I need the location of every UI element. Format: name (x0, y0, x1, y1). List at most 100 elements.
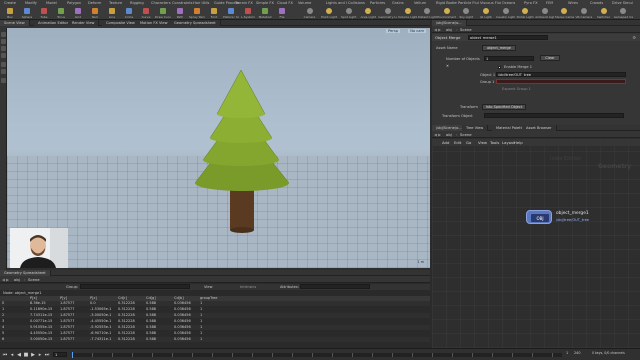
playhead[interactable] (72, 352, 73, 358)
params-path-obj[interactable]: obj (446, 26, 452, 33)
shelf-tab-right[interactable]: Wires (568, 1, 578, 6)
shelf-tool-button[interactable]: Grid (70, 8, 86, 19)
shelf-tab-right[interactable]: Lights and Cameras (326, 1, 347, 6)
handle-tool-icon[interactable] (1, 62, 6, 67)
shelf-tab[interactable]: Hair Utils (193, 1, 209, 6)
network-menu-item[interactable]: Layout (502, 139, 515, 146)
shelf-tab-right[interactable]: Vellum (414, 1, 426, 6)
move-tool-icon[interactable] (1, 39, 6, 44)
shelf-tool-button[interactable]: Spray Paint (189, 8, 205, 19)
light-tool-button[interactable]: Point Light (320, 8, 339, 19)
params-path-scene[interactable]: Scene (460, 26, 472, 33)
shelf-tool-button[interactable]: File (274, 8, 290, 19)
table-row[interactable]: 0 8.36e-15 1.87577 0.0 0.312228 0.588 0.036456… (0, 301, 430, 306)
shelf-tab[interactable]: Characters (151, 1, 171, 6)
clear-button[interactable]: Clear (540, 55, 560, 61)
jump-end-icon[interactable]: ⏭ (44, 352, 50, 358)
light-tool-button[interactable]: Camera (300, 8, 319, 19)
table-row[interactable]: 5 4.45550e-15 1.87577 -6.90710e-1 0.312228 0.… (0, 331, 430, 336)
shelf-tool-button[interactable]: Tube (36, 8, 52, 19)
view-label[interactable]: View (204, 284, 213, 290)
shelf-tab[interactable]: Volume (298, 1, 311, 6)
timeline-scrubber[interactable] (72, 352, 562, 358)
timeline-start[interactable]: 1 (566, 351, 568, 355)
shelf-tool-button[interactable]: Torus (53, 8, 69, 19)
node-name-field[interactable]: object_merge1 (468, 35, 548, 40)
shelf-tab-right[interactable]: Pyro FX (524, 1, 538, 6)
shelf-tool-button[interactable]: Font (206, 8, 222, 19)
viewport-3d[interactable]: Persp No cam 1 m (7, 28, 430, 268)
light-tool-button[interactable]: Area Light (359, 8, 378, 19)
shelf-tab[interactable]: Texture (109, 1, 122, 6)
table-row[interactable]: 3 0.00771e-15 1.87577 -4.45550e-1 0.312228 0.… (0, 319, 430, 324)
select-tool-icon[interactable] (1, 32, 6, 37)
sheet-path-obj[interactable]: obj (14, 276, 20, 283)
shelf-tab-right[interactable]: Viscous Fluids (480, 1, 501, 6)
light-tool-button[interactable]: Environment Light (437, 8, 456, 19)
enable-merge-checkbox[interactable] (498, 66, 501, 69)
table-row[interactable]: 1 0.11690e-15 1.87577 -1.53065e-1 0.312228 0.… (0, 307, 430, 312)
shelf-tool-button[interactable]: Path (172, 8, 188, 19)
num-objects-field[interactable]: 1 (484, 56, 534, 61)
shelf-tab-right[interactable]: Particles (370, 1, 385, 6)
node-name-label[interactable]: object_merge1 (556, 211, 589, 216)
shelf-tab[interactable]: Constraints (172, 1, 193, 6)
light-tool-button[interactable]: Volume Light (398, 8, 417, 19)
shelf-tab[interactable]: Rigging (130, 1, 144, 6)
light-tool-button[interactable]: Geometry Light (378, 8, 397, 19)
network-menu-item[interactable]: Help (514, 139, 523, 146)
shelf-tool-button[interactable]: Metaball (257, 8, 273, 19)
light-tool-button[interactable]: Spot Light (339, 8, 358, 19)
network-path-obj[interactable]: obj (446, 131, 452, 138)
shelf-tab-right[interactable]: Oceans (502, 1, 515, 6)
shelf-tool-button[interactable]: Box (2, 8, 18, 19)
shelf-tab-right[interactable]: FEM (546, 1, 553, 6)
shelf-tab-right[interactable]: Collisions (348, 1, 365, 6)
network-menu-item[interactable]: View (478, 139, 487, 146)
shelf-tab-right[interactable]: Crowds (590, 1, 603, 6)
shelf-tab[interactable]: Modify (25, 1, 37, 6)
remove-entry-icon[interactable]: ✕ (446, 64, 449, 68)
view-tool-icon[interactable] (1, 78, 6, 83)
shelf-tool-button[interactable]: Platonic Solids (223, 8, 239, 19)
light-tool-button[interactable]: Portal Light (516, 8, 535, 19)
step-back-icon[interactable]: ◂ (9, 352, 15, 358)
network-menu-item[interactable]: Tools (490, 139, 499, 146)
stop-icon[interactable]: ■ (23, 352, 29, 358)
shelf-tool-button[interactable]: Curve (138, 8, 154, 19)
shelf-tab-right[interactable]: Drive Simulation (612, 1, 633, 6)
sheet-path-scene[interactable]: Scene (28, 276, 40, 283)
attributes-field[interactable] (300, 284, 370, 289)
shelf-tool-button[interactable]: Draw Curve (155, 8, 171, 19)
object-merge-node[interactable]: OBJ (526, 210, 552, 224)
table-row[interactable]: 4 5.91555e-15 1.87577 -5.92555e-1 0.312228 0.… (0, 325, 430, 330)
transform-object-field[interactable] (484, 113, 624, 118)
table-row[interactable]: 2 7.74311e-15 1.87577 -3.00050e-1 0.312228 0.… (0, 313, 430, 318)
jump-start-icon[interactable]: ⏮ (2, 352, 8, 358)
shelf-tab[interactable]: Create (4, 1, 16, 6)
shelf-tab[interactable]: Model (46, 1, 57, 6)
step-forward-icon[interactable]: ▸ (37, 352, 43, 358)
light-tool-button[interactable]: Ambient Light (535, 8, 554, 19)
light-tool-button[interactable]: Switcher (594, 8, 613, 19)
shelf-tab[interactable]: Terrain FX (235, 1, 253, 6)
asset-name-button[interactable]: object_merge (482, 45, 516, 51)
gear-icon[interactable]: ⚙ (632, 34, 636, 41)
shelf-tool-button[interactable]: L-System (240, 8, 256, 19)
shelf-tab-right[interactable]: Particle Fluids (458, 1, 479, 6)
light-tool-button[interactable]: VR Camera (574, 8, 593, 19)
shelf-tab[interactable]: Simple FX (256, 1, 274, 6)
network-menu-item[interactable]: Go (466, 139, 471, 146)
light-tool-button[interactable]: Gamepad Camera (614, 8, 633, 19)
network-menu-item[interactable]: Edit (454, 139, 461, 146)
shelf-tab-right[interactable]: Rigid Bodies (436, 1, 457, 6)
shelf-tool-button[interactable]: Line (104, 8, 120, 19)
light-tool-button[interactable]: GI Light (476, 8, 495, 19)
shelf-tool-button[interactable]: Null (87, 8, 103, 19)
group-field[interactable] (80, 284, 190, 289)
group1-field[interactable] (496, 79, 626, 84)
pose-tool-icon[interactable] (1, 69, 6, 74)
table-row[interactable]: 6 3.00050e-15 1.87577 -7.74311e-1 0.312228 0.… (0, 337, 430, 342)
network-menu-item[interactable]: Add (442, 139, 449, 146)
light-tool-button[interactable]: Sky Light (457, 8, 476, 19)
